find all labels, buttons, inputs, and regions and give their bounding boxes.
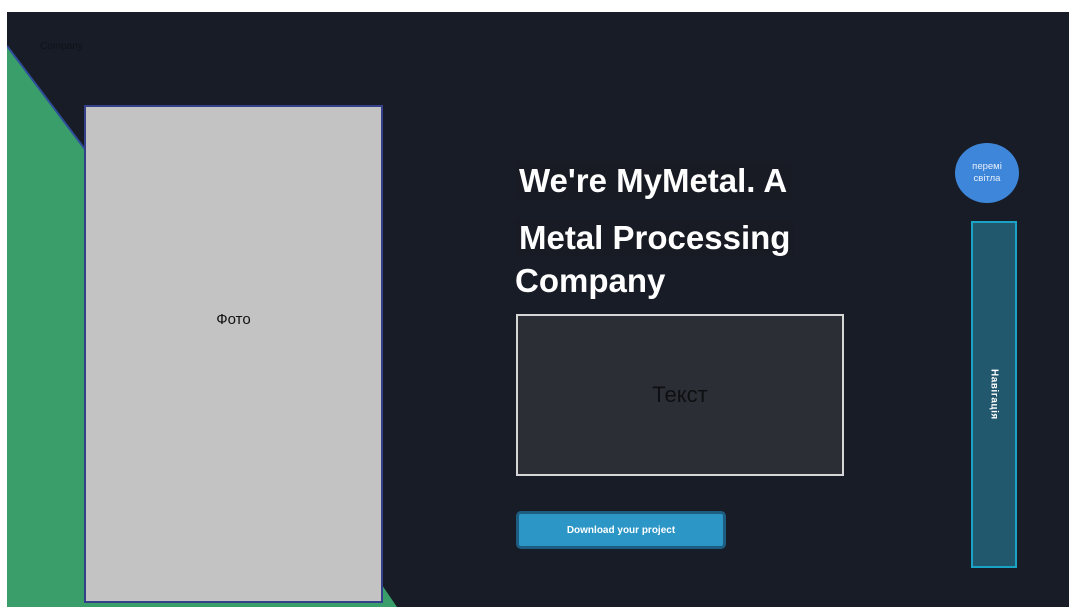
photo-label: Фото [216,310,251,328]
text-placeholder-label: Текст [652,382,708,407]
text-placeholder-box: Текст [516,314,844,476]
headline-line-1: We're MyMetal. A [515,162,792,199]
brand-logo-text[interactable]: Company [40,41,83,52]
navigation-label: Навігація [988,369,1000,420]
headline-line-3: Company [515,262,666,299]
page-frame: Company Фото We're MyMetal. A Metal Proc… [7,12,1069,607]
download-project-button[interactable]: Download your project [516,511,726,549]
theme-toggle-label: перемі світла [972,161,1002,185]
navigation-sidebar-button[interactable]: Навігація [971,221,1017,568]
hero-headline: We're MyMetal. A Metal Processing Compan… [515,152,855,323]
theme-toggle-line-2: світла [973,173,1001,184]
headline-line-2: Metal Processing [515,219,795,256]
theme-toggle-button[interactable]: перемі світла [955,143,1019,203]
photo-placeholder: Фото [84,105,383,603]
theme-toggle-line-1: перемі [972,161,1002,172]
